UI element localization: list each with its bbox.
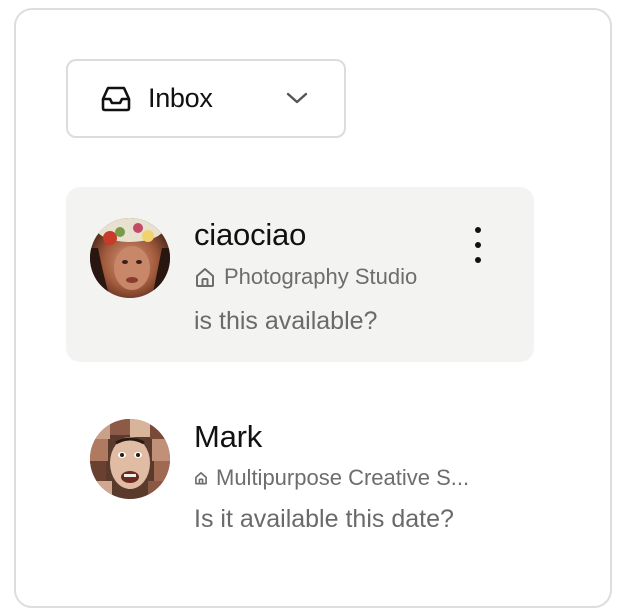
avatar (90, 218, 170, 298)
house-icon (195, 472, 207, 485)
listing-name: Photography Studio (224, 264, 418, 289)
conversation-item-mark[interactable]: Mark Multipurpose Creative S... Is it av… (66, 379, 534, 554)
more-options-button[interactable] (464, 227, 492, 263)
more-vertical-icon (475, 227, 481, 233)
inbox-panel: Inbox ciaociao Photography Studio is thi… (14, 8, 612, 608)
inbox-tray-icon (101, 86, 131, 112)
conversation-item-ciaociao[interactable]: ciaociao Photography Studio is this avai… (66, 187, 534, 362)
last-message: Is it available this date? (194, 505, 454, 533)
last-message: is this available? (194, 307, 378, 335)
avatar (90, 419, 170, 499)
contact-name: Mark (194, 419, 263, 454)
listing-info: Photography Studio (194, 264, 417, 290)
mailbox-dropdown[interactable]: Inbox (66, 59, 346, 138)
house-icon (196, 268, 214, 287)
listing-info: Multipurpose Creative S... (194, 465, 469, 491)
mailbox-label: Inbox (148, 83, 213, 113)
chevron-down-icon (286, 92, 308, 104)
contact-name: ciaociao (194, 217, 307, 252)
listing-name: Multipurpose Creative S... (216, 465, 470, 490)
